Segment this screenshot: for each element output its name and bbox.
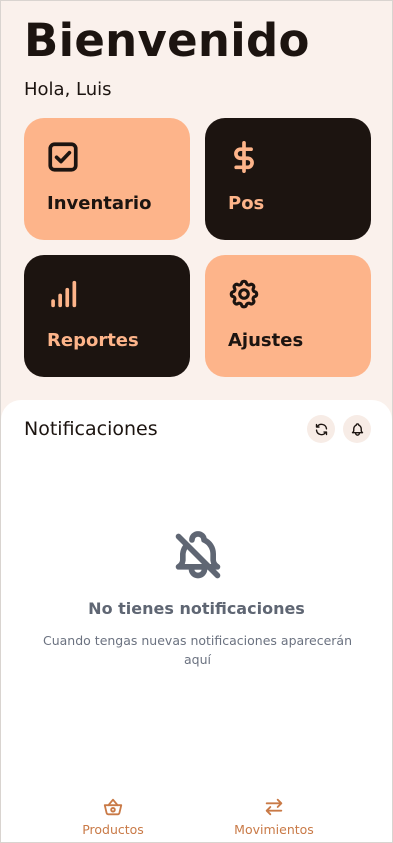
nav-productos-label: Productos xyxy=(82,822,144,837)
bell-icon xyxy=(351,422,363,436)
bell-off-icon xyxy=(175,531,221,579)
greeting-text: Hola, Luis xyxy=(24,79,112,100)
notifications-title: Notificaciones xyxy=(24,418,158,440)
reportes-card[interactable]: Reportes xyxy=(24,255,190,377)
pos-card[interactable]: Pos xyxy=(205,118,371,240)
notifications-panel xyxy=(1,400,392,842)
refresh-button[interactable] xyxy=(307,415,335,443)
dollar-icon xyxy=(234,140,254,174)
notifications-bell-button[interactable] xyxy=(343,415,371,443)
ajustes-label: Ajustes xyxy=(228,330,304,351)
inventario-card[interactable]: Inventario xyxy=(24,118,190,240)
refresh-icon xyxy=(315,423,327,435)
basket-icon xyxy=(103,798,123,816)
empty-state-description: Cuando tengas nuevas notificaciones apar… xyxy=(43,633,352,667)
page-title: Bienvenido xyxy=(24,14,310,67)
checkbox-icon xyxy=(48,142,78,172)
gear-icon xyxy=(229,279,259,309)
ajustes-card[interactable]: Ajustes xyxy=(205,255,371,377)
bar-chart-icon xyxy=(51,280,77,308)
reportes-label: Reportes xyxy=(47,330,139,351)
pos-label: Pos xyxy=(228,193,265,214)
empty-state-title: No tienes notificaciones xyxy=(88,599,305,618)
nav-productos[interactable]: Productos xyxy=(53,796,173,837)
arrows-exchange-icon xyxy=(265,798,283,816)
inventario-label: Inventario xyxy=(47,193,152,214)
nav-movimientos-label: Movimientos xyxy=(234,822,314,837)
nav-movimientos[interactable]: Movimientos xyxy=(214,796,334,837)
